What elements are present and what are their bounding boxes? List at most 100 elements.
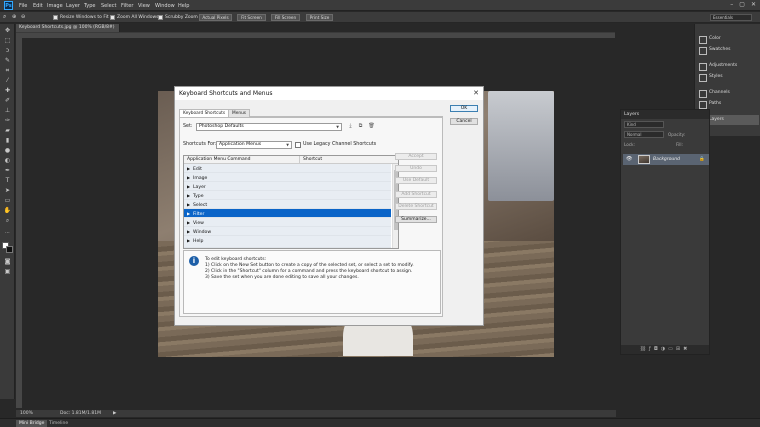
table-row-selected[interactable]: ▶ Filter xyxy=(184,209,391,218)
zoom-tool-icon[interactable]: ⌕ xyxy=(3,217,12,225)
dialog-close-icon[interactable]: ✕ xyxy=(473,89,479,97)
table-row[interactable]: ▶ Layer xyxy=(184,182,391,191)
link-icon[interactable]: ⛓ xyxy=(640,346,649,352)
fill-screen-button[interactable]: Fill Screen xyxy=(271,14,300,21)
table-row[interactable]: ▶ Select xyxy=(184,200,391,209)
table-row[interactable]: ▶ View xyxy=(184,218,391,227)
delete-shortcut-button[interactable]: Delete Shortcut xyxy=(395,203,437,210)
tab-mini-bridge[interactable]: Mini Bridge xyxy=(16,420,48,427)
status-bar: 100% Doc: 1.81M/1.81M ▶ xyxy=(16,410,616,417)
fit-screen-button[interactable]: Fit Screen xyxy=(237,14,266,21)
maximize-icon[interactable]: ▢ xyxy=(739,1,745,10)
summarize-button[interactable]: Summarize... xyxy=(395,216,437,223)
set-dropdown[interactable]: Photoshop Defaults xyxy=(196,123,342,131)
menu-edit[interactable]: Edit xyxy=(33,3,43,9)
gradient-tool-icon[interactable]: ▮ xyxy=(3,137,12,145)
menu-filter[interactable]: Filter xyxy=(121,3,133,9)
accept-button[interactable]: Accept xyxy=(395,153,437,160)
ok-button[interactable]: OK xyxy=(450,105,478,112)
trash-icon[interactable]: ✖ xyxy=(683,346,690,352)
table-row[interactable]: ▶ Type xyxy=(184,191,391,200)
table-row[interactable]: ▶ Edit xyxy=(184,164,391,173)
clone-stamp-tool-icon[interactable]: ⊥ xyxy=(3,107,12,115)
dock-adjustments[interactable]: Adjustments xyxy=(699,61,759,71)
blend-mode-dropdown[interactable]: Normal xyxy=(624,131,664,138)
print-size-button[interactable]: Print Size xyxy=(306,14,333,21)
blur-tool-icon[interactable]: ● xyxy=(3,147,12,155)
delete-set-icon[interactable]: 🗑 xyxy=(368,123,375,130)
use-default-button[interactable]: Use Default xyxy=(395,177,437,184)
menu-file[interactable]: File xyxy=(19,3,27,9)
save-set-icon[interactable]: ⤓ xyxy=(347,123,354,130)
column-header-command[interactable]: Application Menu Command xyxy=(184,156,300,164)
path-select-tool-icon[interactable]: ➤ xyxy=(3,187,12,195)
fill-label: Fill: xyxy=(676,142,684,147)
shortcuts-for-dropdown[interactable]: Application Menus xyxy=(216,141,292,149)
actual-pixels-button[interactable]: Actual Pixels xyxy=(199,14,232,21)
type-tool-icon[interactable]: T xyxy=(3,177,12,185)
tab-timeline[interactable]: Timeline xyxy=(46,420,71,427)
zoom-level[interactable]: 100% xyxy=(20,410,33,417)
undo-button[interactable]: Undo xyxy=(395,165,437,172)
screen-mode-icon[interactable]: ▣ xyxy=(3,268,12,276)
menu-select[interactable]: Select xyxy=(101,3,116,9)
table-row[interactable]: ▶ Image xyxy=(184,173,391,182)
shape-tool-icon[interactable]: ▭ xyxy=(3,197,12,205)
menu-type[interactable]: Type xyxy=(84,3,95,9)
menu-help[interactable]: Help xyxy=(178,3,189,9)
document-tab[interactable]: Keyboard Shortcuts.jpg @ 100% (RGB/8#) × xyxy=(16,24,120,38)
zoom-out-icon[interactable]: ⊖ xyxy=(21,14,25,20)
pen-tool-icon[interactable]: ✒ xyxy=(3,167,12,175)
brush-tool-icon[interactable]: ✐ xyxy=(3,97,12,105)
dock-color[interactable]: Color xyxy=(699,34,759,44)
resize-windows-checkbox[interactable] xyxy=(53,15,58,20)
menu-view[interactable]: View xyxy=(138,3,150,9)
eyedropper-tool-icon[interactable]: ⁄ xyxy=(3,77,12,85)
dock-channels[interactable]: Channels xyxy=(699,88,759,98)
scrubby-zoom-checkbox[interactable] xyxy=(158,15,163,20)
table-row[interactable]: ▶ Help xyxy=(184,236,391,248)
tab-keyboard-shortcuts[interactable]: Keyboard Shortcuts xyxy=(179,109,230,117)
layer-row[interactable]: 👁 Background 🔒 xyxy=(623,154,709,165)
history-brush-tool-icon[interactable]: ✑ xyxy=(3,117,12,125)
healing-tool-icon[interactable]: ✚ xyxy=(3,87,12,95)
new-layer-icon[interactable]: ⊞ xyxy=(676,346,683,352)
new-set-icon[interactable]: ⧉ xyxy=(357,123,364,130)
lasso-tool-icon[interactable]: ↄ xyxy=(3,47,12,55)
marquee-tool-icon[interactable]: ⬚ xyxy=(3,37,12,45)
layer-kind-filter[interactable]: Kind xyxy=(624,121,664,128)
more-tools-icon[interactable]: ⋯ xyxy=(3,229,12,237)
group-icon[interactable]: ▭ xyxy=(668,346,676,352)
zoom-all-checkbox[interactable] xyxy=(110,15,115,20)
dock-paths[interactable]: Paths xyxy=(699,99,759,109)
zoom-tool-icon[interactable]: ⌕ xyxy=(3,13,6,21)
quick-select-tool-icon[interactable]: ✎ xyxy=(3,57,12,65)
eye-icon[interactable]: 👁 xyxy=(626,154,632,165)
add-shortcut-button[interactable]: Add Shortcut xyxy=(395,191,437,198)
zoom-in-icon[interactable]: ⊕ xyxy=(12,14,16,20)
dialog-tabs: Keyboard Shortcuts Menus xyxy=(179,109,443,117)
menu-image[interactable]: Image xyxy=(47,3,63,9)
workspace-switcher[interactable]: Essentials xyxy=(710,14,752,21)
eraser-tool-icon[interactable]: ▰ xyxy=(3,127,12,135)
cancel-button[interactable]: Cancel xyxy=(450,118,478,125)
move-tool-icon[interactable]: ✥ xyxy=(3,27,12,35)
table-row[interactable]: ▶ Window xyxy=(184,227,391,236)
close-icon[interactable]: ✕ xyxy=(751,1,756,10)
hand-tool-icon[interactable]: ✋ xyxy=(3,207,12,215)
status-menu-arrow-icon[interactable]: ▶ xyxy=(113,410,116,417)
menu-window[interactable]: Window xyxy=(155,3,175,9)
dodge-tool-icon[interactable]: ◐ xyxy=(3,157,12,165)
dock-swatches[interactable]: Swatches xyxy=(699,45,759,55)
mask-icon[interactable]: ◘ xyxy=(654,346,661,352)
minimize-icon[interactable]: – xyxy=(730,1,733,10)
dock-styles[interactable]: Styles xyxy=(699,72,759,82)
crop-tool-icon[interactable]: ⌗ xyxy=(3,67,12,75)
row-label: Layer xyxy=(193,185,206,190)
tab-menus[interactable]: Menus xyxy=(228,109,251,117)
background-color-swatch[interactable] xyxy=(6,246,13,253)
quick-mask-icon[interactable]: ◙ xyxy=(3,258,12,266)
legacy-channel-checkbox[interactable] xyxy=(295,142,301,148)
column-header-shortcut[interactable]: Shortcut xyxy=(300,156,322,164)
menu-layer[interactable]: Layer xyxy=(66,3,80,9)
